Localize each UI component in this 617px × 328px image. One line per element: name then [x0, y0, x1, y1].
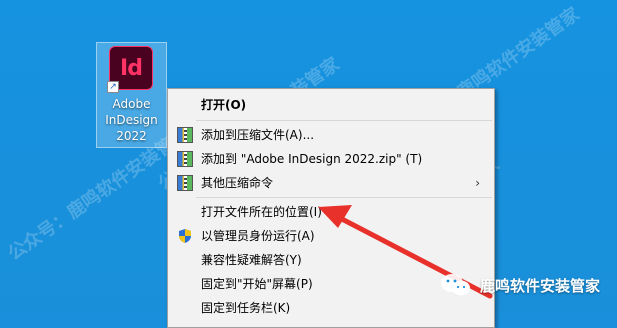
- brand-badge: 鹿鸣软件安装管家: [440, 268, 600, 302]
- brand-name: 鹿鸣软件安装管家: [480, 276, 601, 295]
- wechat-icon: [441, 274, 470, 296]
- annotation-arrow: [318, 205, 493, 299]
